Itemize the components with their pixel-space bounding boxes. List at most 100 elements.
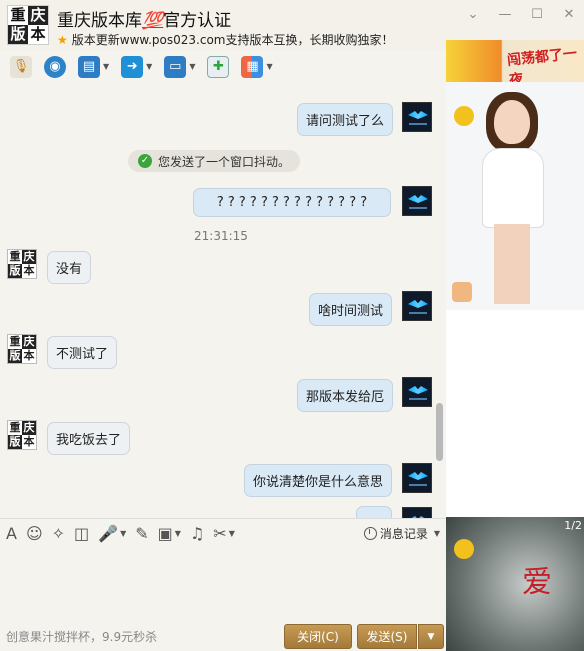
message-input[interactable]	[0, 548, 446, 620]
apps-grid-icon: ▦	[241, 55, 264, 78]
video-overlay-text: 爱	[522, 565, 552, 600]
window-title-suffix: 官方认证	[163, 11, 232, 31]
logo-char: 版	[8, 264, 22, 278]
message-bubble[interactable]: 没有	[47, 251, 92, 284]
page-indicator: 1/2	[564, 519, 582, 532]
avatar[interactable]: 重 庆 版 本	[7, 334, 37, 364]
chevron-down-icon: ▼	[146, 62, 153, 71]
screenshot-icon[interactable]: ✂ ▼	[213, 524, 235, 543]
maximize-button[interactable]: ☐	[530, 8, 544, 22]
share-screen-button[interactable]: ▤ ▼	[74, 53, 113, 81]
send-file-button[interactable]: ➜ ▼	[117, 53, 156, 81]
video-panel[interactable]: 爱 1/2	[446, 517, 584, 651]
dropdown-icon[interactable]: ⌄	[466, 8, 480, 22]
apps-button[interactable]: ▦ ▼	[237, 53, 276, 81]
avatar[interactable]	[402, 291, 432, 321]
logo-char: 庆	[22, 250, 36, 264]
message-history-button[interactable]: 消息记录 ▼	[363, 525, 440, 542]
logo-char: 版	[8, 25, 28, 44]
mic-icon: 🎙	[10, 55, 32, 78]
history-label: 消息记录	[379, 527, 428, 541]
timestamp: 21:31:15	[194, 229, 248, 243]
check-icon: ✓	[138, 154, 152, 168]
edit-icon[interactable]: ✎	[135, 524, 148, 543]
message-in: 不测试了	[47, 336, 118, 369]
logo-char: 庆	[28, 6, 48, 25]
avatar[interactable]: 重 庆 版 本	[7, 420, 37, 450]
gift-icon[interactable]	[454, 106, 474, 126]
avatar-showcase[interactable]	[446, 82, 584, 310]
logo-char: 本	[30, 25, 46, 43]
bottom-bar: 创意果汁搅拌杯，9.9元秒杀 关闭(C) 发送(S) ▼	[0, 620, 446, 651]
music-icon[interactable]: ♫	[190, 524, 204, 543]
video-call-button[interactable]: ◉	[40, 53, 70, 81]
message-bubble-partial	[356, 506, 392, 518]
logo-char: 版	[8, 435, 22, 449]
avatar[interactable]	[402, 186, 432, 216]
chevron-down-icon: ▼	[103, 62, 110, 71]
window-controls: ⌄ — ☐ ✕	[466, 8, 576, 22]
message-list[interactable]: 请问测试了么 ✓ 您发送了一个窗口抖动。 ? ? ? ? ? ? ? ? ? ?…	[0, 83, 446, 518]
message-bubble[interactable]: 不测试了	[47, 336, 118, 369]
message-bubble[interactable]: 我吃饭去了	[47, 422, 131, 455]
logo-char: 本	[23, 264, 35, 277]
logo-char: 重	[9, 335, 21, 348]
gift-icon[interactable]	[454, 539, 474, 559]
avatar[interactable]	[402, 463, 432, 493]
close-window-button[interactable]: ✕	[562, 8, 576, 22]
message-out: 那版本发给厄	[297, 379, 394, 412]
hundred-badge: 💯	[142, 11, 164, 31]
group-logo[interactable]: 重 庆 版 本	[7, 5, 49, 45]
avatar[interactable]: 重 庆 版 本	[7, 249, 37, 279]
font-icon[interactable]: A	[6, 524, 17, 543]
system-note: ✓ 您发送了一个窗口抖动。	[128, 150, 301, 172]
send-options-button[interactable]: ▼	[418, 624, 444, 649]
right-panel: 闯荡都了一夜 爱 1/2	[446, 40, 584, 651]
image-icon[interactable]: ▣ ▼	[158, 524, 181, 543]
message-out: 啥时间测试	[309, 293, 393, 326]
minimize-button[interactable]: —	[498, 8, 512, 22]
avatar[interactable]	[402, 102, 432, 132]
thumbs-up-icon[interactable]	[452, 282, 472, 302]
logo-char: 本	[23, 435, 35, 448]
logo-char: 重	[9, 250, 21, 263]
chat-toolbar: 🎙 ◉ ▤ ▼ ➜ ▼ ▭ ▼ ✚ ▦ ▼	[0, 50, 446, 83]
chevron-down-icon: ▼	[228, 529, 235, 538]
shake-window-icon[interactable]: ✧	[52, 524, 65, 543]
logo-char: 庆	[22, 421, 36, 435]
message-out: 请问测试了么	[297, 103, 394, 136]
message-bubble[interactable]: 啥时间测试	[309, 293, 393, 326]
screen-share-icon: ▤	[78, 55, 100, 78]
remote-desktop-button[interactable]: ▭ ▼	[160, 53, 199, 81]
chevron-down-icon: ▼	[174, 529, 181, 538]
chevron-down-icon: ▼	[433, 529, 440, 538]
message-bubble[interactable]: ? ? ? ? ? ? ? ? ? ? ? ? ? ?	[193, 188, 391, 217]
voice-message-icon[interactable]: 🎤 ▼	[98, 524, 126, 543]
group-announcement: ★ 版本更新www.pos023.com支持版本互换，长期收购独家！	[57, 31, 393, 48]
figure-head	[494, 100, 530, 144]
logo-char: 庆	[22, 335, 36, 349]
window-title: 重庆版本库💯官方认证	[57, 6, 231, 31]
footer-ad-link[interactable]: 创意果汁搅拌杯，9.9元秒杀	[6, 628, 157, 645]
gif-icon[interactable]: ◫	[74, 524, 89, 543]
emoji-icon[interactable]: ☺	[26, 524, 43, 543]
close-button[interactable]: 关闭(C)	[284, 624, 352, 649]
figure-legs	[494, 224, 530, 304]
chevron-down-icon: ▼	[266, 62, 273, 71]
message-out: ? ? ? ? ? ? ? ? ? ? ? ? ? ?	[193, 188, 391, 217]
voice-call-button[interactable]: 🎙	[6, 53, 36, 81]
create-discussion-button[interactable]: ✚	[203, 53, 233, 81]
message-bubble[interactable]: 请问测试了么	[297, 103, 394, 136]
send-button[interactable]: 发送(S)	[357, 624, 417, 649]
camera-icon: ◉	[44, 55, 66, 78]
chat-scrollbar[interactable]	[436, 403, 443, 461]
message-bubble[interactable]: 那版本发给厄	[297, 379, 394, 412]
avatar[interactable]	[402, 377, 432, 407]
ad-text: 闯荡都了一夜	[506, 45, 578, 82]
logo-char: 重	[10, 6, 26, 24]
ad-banner[interactable]: 闯荡都了一夜	[446, 40, 584, 82]
input-toolbar: A ☺ ✧ ◫ 🎤 ▼ ✎ ▣ ▼ ♫ ✂ ▼ 消息记录 ▼	[0, 518, 446, 548]
file-transfer-icon: ➜	[121, 55, 144, 78]
message-bubble[interactable]: 你说清楚你是什么意思	[244, 464, 393, 497]
announcement-text: 版本更新www.pos023.com支持版本互换，长期收购独家！	[71, 33, 394, 47]
